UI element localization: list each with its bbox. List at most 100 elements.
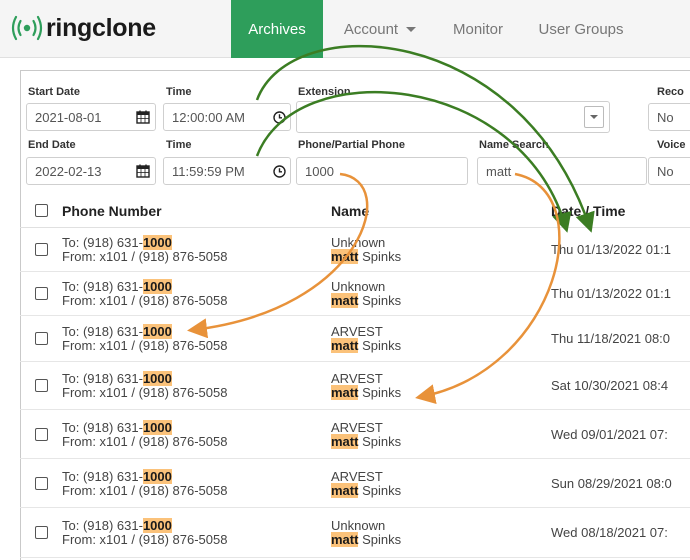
row-checkbox[interactable]: [35, 526, 48, 539]
name-search-label: Name Search: [479, 139, 549, 151]
logo-text: ringclone: [46, 13, 156, 42]
to-prefix: To: (918) 631-: [62, 420, 143, 435]
phone-match-highlight: 1000: [142, 518, 172, 533]
column-name[interactable]: Name: [331, 203, 369, 219]
name-cell: Unknown matt Spinks: [331, 236, 401, 264]
logo[interactable]: ringclone: [10, 12, 156, 44]
name-match-highlight: matt: [331, 483, 359, 498]
name-cell: ARVEST matt Spinks: [331, 325, 401, 353]
phone-cell: To: (918) 631-1000 From: x101 / (918) 876…: [62, 371, 228, 400]
voicemail-select[interactable]: No: [648, 157, 690, 185]
to-prefix: To: (918) 631-: [62, 324, 143, 339]
to-prefix: To: (918) 631-: [62, 518, 143, 533]
caller-name: ARVEST: [331, 371, 383, 386]
caller-name: Unknown: [331, 279, 386, 294]
row-checkbox[interactable]: [35, 287, 48, 300]
recordings-label: Reco: [657, 86, 684, 98]
datetime-cell: Wed 09/01/2021 07:: [551, 427, 668, 442]
datetime-cell: Sun 08/29/2021 08:0: [551, 476, 672, 491]
phone-cell: To: (918) 631-1000 From: x101 / (918) 876…: [62, 469, 228, 498]
table-row[interactable]: To: (918) 631-1000 From: x101 / (918) 876…: [20, 228, 690, 272]
signal-icon: [11, 15, 43, 41]
from-number: From: x101 / (918) 876-5058: [62, 385, 228, 400]
to-prefix: To: (918) 631-: [62, 235, 143, 250]
phone-match-highlight: 1000: [142, 235, 172, 250]
tab-user-groups-label: User Groups: [538, 20, 624, 38]
phone-cell: To: (918) 631-1000 From: x101 / (918) 876…: [62, 279, 227, 308]
name-rest: Spinks: [358, 338, 402, 353]
to-prefix: To: (918) 631-: [62, 371, 143, 386]
name-search-input[interactable]: matt: [477, 157, 647, 185]
from-number: From: x101 / (918) 876-5058: [62, 338, 228, 353]
caller-name: ARVEST: [331, 420, 383, 435]
table-header: Phone Number Name Date / Time: [20, 194, 690, 228]
to-number: To: (918) 631-1000: [62, 518, 227, 533]
row-checkbox[interactable]: [35, 477, 48, 490]
extension-dropdown-button[interactable]: [584, 106, 604, 128]
name-cell: ARVEST matt Spinks: [331, 372, 401, 400]
row-checkbox[interactable]: [35, 332, 48, 345]
select-all-checkbox[interactable]: [35, 204, 48, 217]
matched-name: matt Spinks: [331, 434, 402, 449]
from-number: From: x101 / (918) 876-5058: [62, 532, 228, 547]
name-cell: Unknown matt Spinks: [331, 519, 401, 547]
phone-cell: To: (918) 631-1000 From: x101 / (918) 876…: [62, 518, 228, 547]
to-number: To: (918) 631-1000: [62, 469, 227, 484]
recordings-select[interactable]: No: [648, 103, 690, 131]
to-number: To: (918) 631-1000: [62, 324, 227, 339]
caller-name: Unknown: [331, 518, 386, 533]
row-checkbox[interactable]: [35, 243, 48, 256]
name-rest: Spinks: [358, 385, 402, 400]
name-rest: Spinks: [358, 293, 402, 308]
start-date-value: 2021-08-01: [35, 109, 102, 125]
tab-monitor-label: Monitor: [452, 20, 504, 38]
end-time-value: 11:59:59 PM: [172, 163, 245, 179]
matched-name: matt Spinks: [331, 249, 402, 264]
row-checkbox[interactable]: [35, 428, 48, 441]
to-number: To: (918) 631-1000: [62, 371, 227, 386]
caller-name: ARVEST: [331, 469, 383, 484]
row-checkbox[interactable]: [35, 379, 48, 392]
datetime-cell: Thu 01/13/2022 01:1: [551, 242, 671, 257]
column-phone-number[interactable]: Phone Number: [62, 203, 162, 219]
name-rest: Spinks: [358, 532, 402, 547]
name-match-highlight: matt: [331, 434, 359, 449]
matched-name: matt Spinks: [331, 385, 402, 400]
to-number: To: (918) 631-1000: [62, 235, 227, 250]
start-time-value: 12:00:00 AM: [172, 109, 245, 125]
extension-select[interactable]: [296, 101, 610, 133]
tab-archives[interactable]: Archives: [231, 0, 323, 58]
table-row[interactable]: To: (918) 631-1000 From: x101 / (918) 876…: [20, 362, 690, 410]
extension-label: Extension: [298, 86, 351, 98]
table-row[interactable]: To: (918) 631-1000 From: x101 / (918) 876…: [20, 272, 690, 316]
clock-icon[interactable]: [266, 103, 292, 131]
name-match-highlight: matt: [331, 249, 359, 264]
phone-input[interactable]: 1000: [296, 157, 468, 185]
name-rest: Spinks: [358, 434, 402, 449]
phone-match-highlight: 1000: [142, 371, 172, 386]
phone-cell: To: (918) 631-1000 From: x101 / (918) 876…: [62, 235, 228, 264]
calendar-icon[interactable]: [130, 103, 156, 131]
tab-account[interactable]: Account: [330, 0, 430, 58]
table-row[interactable]: To: (918) 631-1000 From: x101 / (918) 876…: [20, 316, 690, 362]
from-number: From: x101 / (918) 876-5058: [62, 483, 228, 498]
tab-monitor[interactable]: Monitor: [440, 0, 516, 58]
table-row[interactable]: To: (918) 631-1000 From: x101 / (918) 876…: [20, 459, 690, 508]
tab-user-groups[interactable]: User Groups: [526, 0, 636, 58]
clock-icon[interactable]: [266, 157, 292, 185]
column-date-time[interactable]: Date / Time: [551, 203, 625, 219]
name-rest: Spinks: [358, 249, 402, 264]
from-number: From: x101 / (918) 876-5058: [62, 249, 228, 264]
table-row[interactable]: To: (918) 631-1000 From: x101 / (918) 876…: [20, 508, 690, 558]
voicemail-label: Voice: [657, 139, 686, 151]
phone-value: 1000: [305, 163, 334, 179]
name-cell: ARVEST matt Spinks: [331, 421, 401, 449]
to-number: To: (918) 631-1000: [62, 279, 227, 294]
table-row[interactable]: To: (918) 631-1000 From: x101 / (918) 876…: [20, 410, 690, 459]
datetime-cell: Sat 10/30/2021 08:4: [551, 378, 669, 393]
name-match-highlight: matt: [331, 532, 359, 547]
matched-name: matt Spinks: [331, 483, 401, 498]
calendar-icon[interactable]: [130, 157, 156, 185]
tab-account-label: Account: [343, 20, 399, 38]
phone-match-highlight: 1000: [142, 469, 172, 484]
